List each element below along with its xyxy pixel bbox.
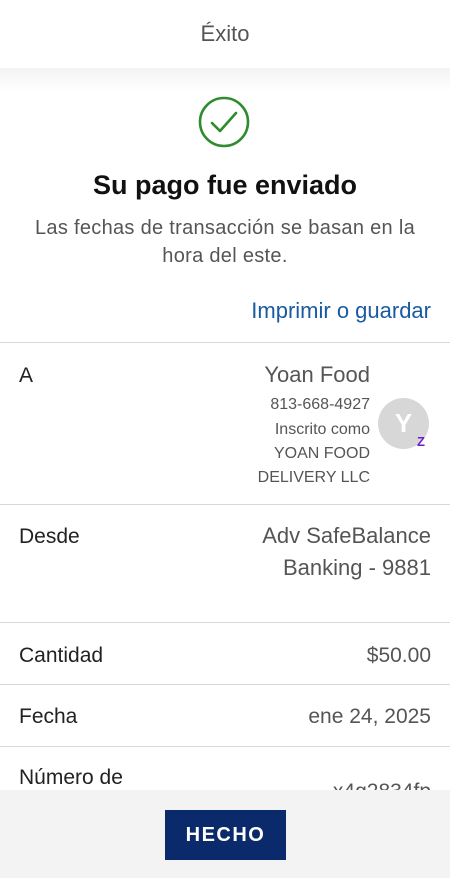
amount-label: Cantidad <box>19 644 104 667</box>
from-account-line2: Banking - 9881 <box>283 555 431 580</box>
from-account-line1: Adv SafeBalance <box>262 523 431 548</box>
divider <box>0 504 450 505</box>
recipient-phone: 813-668-4927 <box>270 396 370 413</box>
zelle-icon: Z <box>417 433 425 449</box>
divider <box>0 684 450 685</box>
divider <box>0 342 450 343</box>
top-bar: Éxito <box>0 0 450 68</box>
confirmation-label: Número de <box>19 766 123 789</box>
done-button[interactable]: HECHO <box>165 810 286 860</box>
from-label: Desde <box>19 525 80 548</box>
recipient-enrolled-name-2: DELIVERY LLC <box>257 469 370 486</box>
recipient-name: Yoan Food <box>264 362 370 387</box>
page-title: Éxito <box>200 21 250 46</box>
check-circle-icon <box>198 96 250 148</box>
divider <box>0 622 450 623</box>
divider <box>0 746 450 747</box>
date-value: ene 24, 2025 <box>308 705 431 728</box>
amount-value: $50.00 <box>366 644 431 667</box>
date-label: Fecha <box>19 705 78 728</box>
avatar-letter: Y <box>394 408 413 438</box>
recipient-enrolled-name-1: YOAN FOOD <box>273 445 370 462</box>
header-shadow <box>0 68 450 92</box>
recipient-enrolled-label: Inscrito como <box>274 421 370 438</box>
to-label: A <box>19 364 34 387</box>
print-or-save-link[interactable]: Imprimir o guardar <box>251 298 431 324</box>
timezone-note: Las fechas de transacción se basan en la… <box>34 217 416 267</box>
success-heading: Su pago fue enviado <box>92 170 358 200</box>
